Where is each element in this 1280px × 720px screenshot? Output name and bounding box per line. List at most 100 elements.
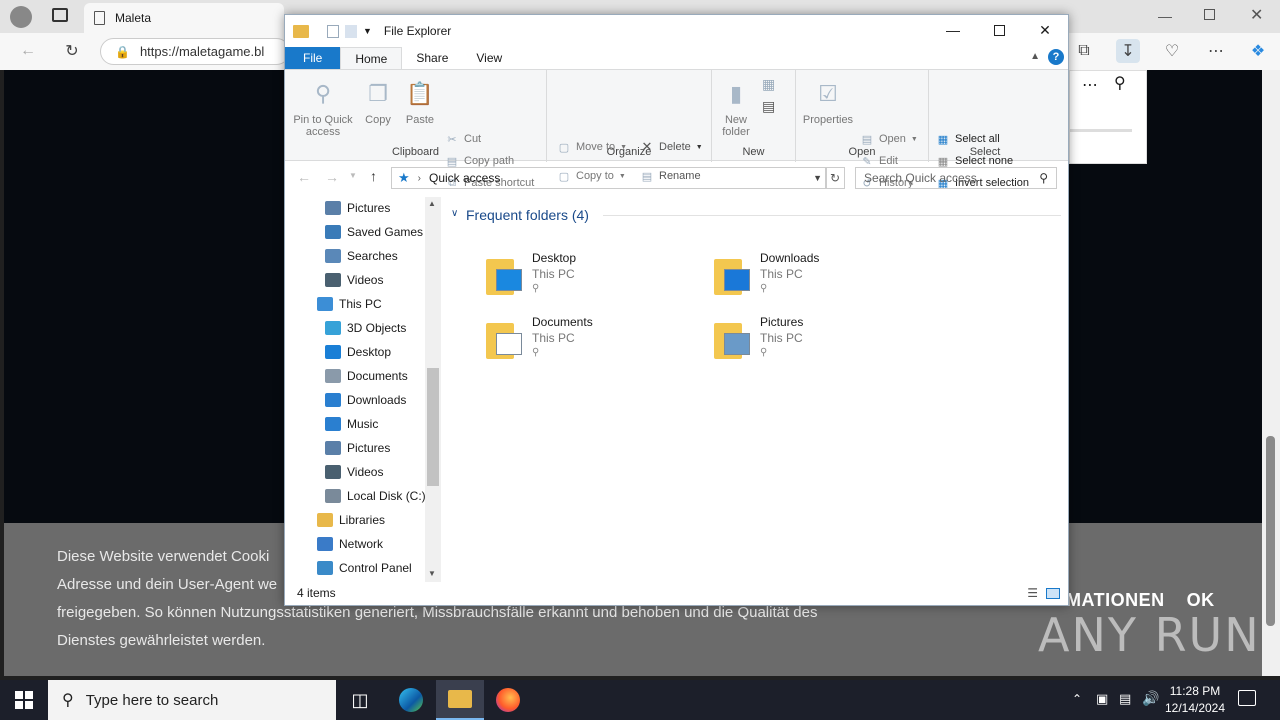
- close-icon[interactable]: ✕: [1250, 5, 1263, 25]
- nav-item[interactable]: Documents: [325, 365, 408, 387]
- tab-actions-icon[interactable]: [52, 8, 68, 22]
- collapse-section-icon[interactable]: ∨: [451, 208, 458, 219]
- nav-item[interactable]: Saved Games: [325, 221, 423, 243]
- tab-file[interactable]: File: [285, 47, 341, 69]
- firefox-icon[interactable]: [484, 680, 532, 720]
- download-icon[interactable]: ↧: [1116, 39, 1140, 63]
- new-folder-button[interactable]: ▮ New folder: [716, 78, 756, 139]
- customize-qa-icon[interactable]: ▼: [363, 26, 372, 36]
- tab-share[interactable]: Share: [402, 47, 462, 69]
- properties-button[interactable]: ☑ Properties: [800, 78, 856, 127]
- new-item-icon[interactable]: ▦: [762, 76, 775, 93]
- nav-item[interactable]: Control Panel: [317, 557, 412, 579]
- nav-item[interactable]: Local Disk (C:): [325, 485, 426, 507]
- nav-item-label: This PC: [339, 297, 382, 311]
- nav-item[interactable]: 3D Objects: [325, 317, 406, 339]
- forward-icon[interactable]: →: [325, 169, 339, 185]
- search-input[interactable]: Search Quick access ⚲: [855, 167, 1057, 189]
- content-pane: ∨ Frequent folders (4) Desktop This PC ⚲ Do…: [441, 197, 1068, 582]
- address-path[interactable]: ★ › Quick access ▼: [391, 167, 827, 189]
- page-scrollbar[interactable]: [1262, 70, 1280, 676]
- task-view-icon[interactable]: ◫: [336, 680, 384, 720]
- help-icon[interactable]: ?: [1048, 49, 1064, 65]
- nav-item[interactable]: Pictures: [325, 437, 390, 459]
- folder-tile[interactable]: Pictures This PC ⚲: [714, 315, 914, 371]
- up-icon[interactable]: ↑: [370, 168, 377, 184]
- open-button[interactable]: ▤ Open ▼: [860, 130, 918, 148]
- recent-locations-icon[interactable]: ▼: [349, 171, 357, 180]
- tray-chevron-icon[interactable]: ⌃: [1072, 692, 1082, 706]
- taskbar-search-box[interactable]: ⚲ Type here to search: [48, 680, 336, 720]
- nav-item-label: Control Panel: [339, 561, 412, 575]
- back-icon[interactable]: ←: [297, 169, 311, 185]
- profile-avatar[interactable]: [10, 6, 32, 28]
- pictures-icon: [325, 441, 341, 455]
- folder-tile[interactable]: Documents This PC ⚲: [486, 315, 686, 371]
- tab-home[interactable]: Home: [340, 47, 403, 69]
- nav-item[interactable]: Libraries: [317, 509, 385, 531]
- properties-qa-icon[interactable]: [327, 24, 339, 38]
- section-header[interactable]: Frequent folders (4): [466, 207, 589, 223]
- more-icon[interactable]: ⋯: [1204, 39, 1228, 63]
- scroll-down-icon[interactable]: ▼: [428, 569, 436, 578]
- nav-item[interactable]: Videos: [325, 461, 383, 483]
- move-to-button[interactable]: ▢ Move to ▼: [557, 138, 627, 156]
- collections-icon[interactable]: ⧉: [1072, 39, 1096, 63]
- large-icons-view-icon[interactable]: [1046, 587, 1060, 599]
- scroll-thumb[interactable]: [1266, 436, 1275, 626]
- reload-icon[interactable]: ↻: [60, 39, 84, 63]
- scroll-up-icon[interactable]: ▲: [428, 199, 436, 208]
- libraries-icon: [317, 513, 333, 527]
- heartbeat-icon[interactable]: ♡: [1160, 39, 1184, 63]
- dropdown-arrow-icon: ▼: [910, 135, 918, 143]
- refresh-icon[interactable]: ↻: [825, 167, 845, 189]
- quick-access-star-icon: ★: [398, 170, 410, 185]
- tray-app-icon[interactable]: ▣: [1096, 691, 1108, 707]
- restore-icon[interactable]: [1204, 9, 1215, 20]
- edge-icon[interactable]: [387, 680, 435, 720]
- local-disk-icon: [325, 489, 341, 503]
- easy-access-icon[interactable]: ▤: [762, 98, 775, 115]
- nav-item[interactable]: Music: [325, 413, 378, 435]
- tab-view[interactable]: View: [462, 47, 516, 69]
- more-icon[interactable]: ⋯: [1082, 75, 1098, 95]
- cut-button[interactable]: ✂ Cut: [445, 130, 481, 148]
- browser-tab[interactable]: Maleta: [84, 3, 284, 33]
- back-icon[interactable]: ←: [16, 39, 40, 63]
- taskbar-clock[interactable]: 11:28 PM 12/14/2024: [1160, 683, 1230, 717]
- folder-tile[interactable]: Desktop This PC ⚲: [486, 251, 686, 307]
- nav-item[interactable]: Network: [317, 533, 383, 555]
- minimize-icon[interactable]: —: [930, 15, 976, 45]
- select-all-button[interactable]: ▦ Select all: [936, 130, 1000, 148]
- collapse-ribbon-icon[interactable]: ▲: [1030, 51, 1040, 62]
- copilot-icon[interactable]: ❖: [1246, 39, 1270, 63]
- nav-item[interactable]: Downloads: [325, 389, 406, 411]
- nav-item[interactable]: This PC: [317, 293, 382, 315]
- close-icon[interactable]: ✕: [1022, 15, 1068, 45]
- start-button[interactable]: [0, 680, 48, 720]
- nav-item[interactable]: Pictures: [325, 197, 390, 219]
- nav-item[interactable]: Searches: [325, 245, 398, 267]
- volume-icon[interactable]: 🔊: [1142, 690, 1159, 707]
- file-explorer-taskbar-icon[interactable]: [436, 680, 484, 720]
- minimize-icon[interactable]: —: [1158, 8, 1172, 24]
- nav-item[interactable]: Videos: [325, 269, 383, 291]
- nav-item[interactable]: Desktop: [325, 341, 391, 363]
- maximize-icon[interactable]: [976, 15, 1022, 45]
- desktop-folder-icon: [486, 255, 524, 295]
- delete-button[interactable]: ✕ Delete ▼: [640, 138, 703, 156]
- details-view-icon[interactable]: ☰: [1027, 586, 1038, 600]
- ribbon-tabs: File Home Share View ▲ ?: [285, 47, 1068, 69]
- nav-scroll-thumb[interactable]: [427, 368, 439, 486]
- address-bar[interactable]: 🔒 https://maletagame.bl: [100, 38, 290, 65]
- network-tray-icon[interactable]: ▤: [1119, 691, 1131, 707]
- pin-to-quick-access-button[interactable]: ⚲ Pin to Quick access: [289, 78, 357, 139]
- scissors-icon: ✂: [447, 133, 457, 146]
- pin-icon[interactable]: ⚲: [1114, 73, 1126, 93]
- new-folder-qa-icon[interactable]: [345, 24, 357, 38]
- paste-button[interactable]: 📋 Paste: [401, 78, 439, 127]
- notification-icon[interactable]: [1238, 690, 1256, 706]
- chevron-down-icon[interactable]: ▼: [813, 173, 822, 183]
- folder-tile[interactable]: Downloads This PC ⚲: [714, 251, 914, 307]
- copy-button[interactable]: ❐ Copy: [359, 78, 397, 127]
